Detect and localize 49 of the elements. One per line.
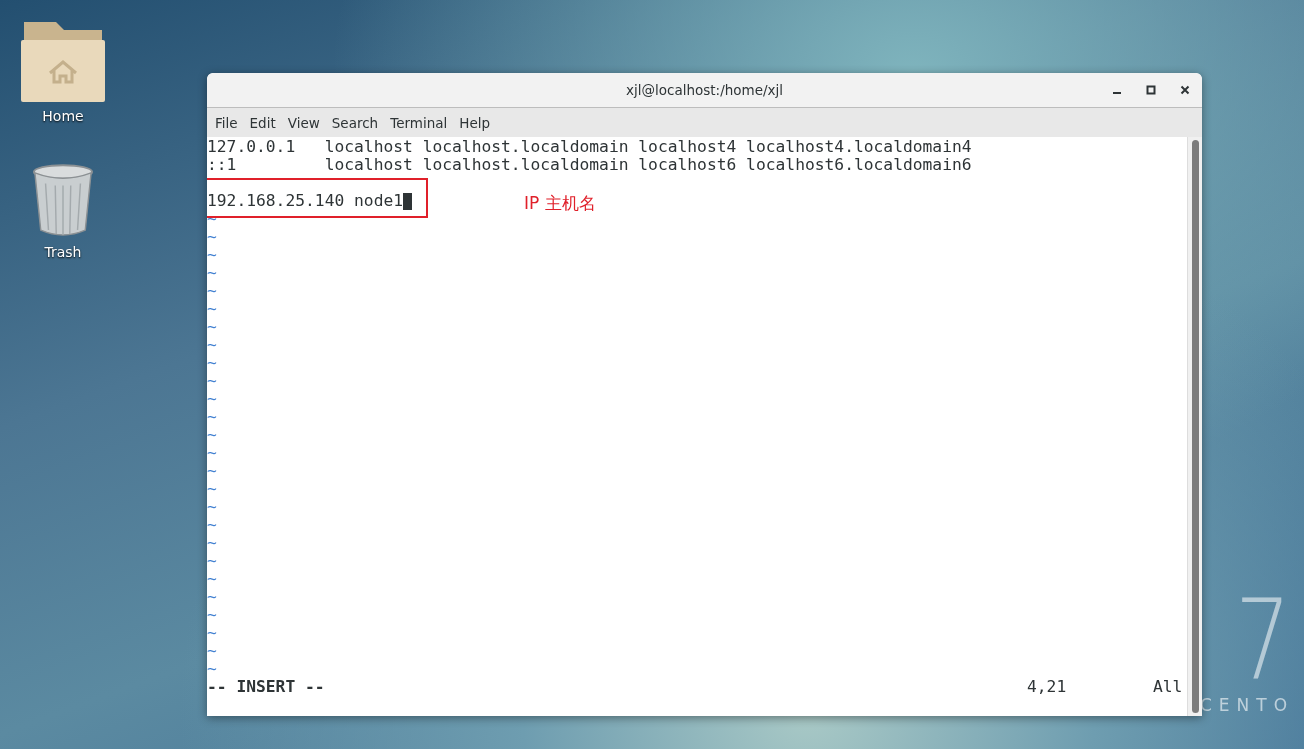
file-line: 192.168.25.140 node1: [207, 192, 404, 210]
empty-line-marker: ~: [207, 462, 217, 480]
scroll-position: All: [1153, 678, 1183, 696]
empty-line-marker: ~: [207, 642, 217, 660]
mode-indicator: -- INSERT --: [207, 678, 325, 696]
empty-line-marker: ~: [207, 210, 217, 228]
empty-line-marker: ~: [207, 264, 217, 282]
empty-line-marker: ~: [207, 390, 217, 408]
empty-line-marker: ~: [207, 534, 217, 552]
wallpaper-text: CENTO: [1200, 695, 1295, 715]
empty-line-marker: ~: [207, 552, 217, 570]
desktop-icon-label[interactable]: Trash: [44, 244, 82, 260]
empty-line-marker: ~: [207, 426, 217, 444]
menu-item[interactable]: Search: [325, 114, 385, 131]
menu-item[interactable]: Edit: [243, 114, 282, 131]
close-icon[interactable]: [1180, 85, 1190, 95]
empty-line-marker: ~: [207, 588, 217, 606]
empty-line-marker: ~: [207, 444, 217, 462]
menu-item[interactable]: File: [209, 114, 244, 131]
empty-line-marker: ~: [207, 408, 217, 426]
empty-line-marker: ~: [207, 246, 217, 264]
empty-line-marker: ~: [207, 606, 217, 624]
menu-item[interactable]: Terminal: [384, 114, 454, 131]
cursor-position: 4,21: [1027, 678, 1067, 696]
empty-line-marker: ~: [207, 336, 217, 354]
file-line: ::1 localhost localhost.localdomain localhost6 localhost6.localdomain6: [207, 156, 972, 174]
empty-line-marker: ~: [207, 660, 217, 678]
desktop-icon-label[interactable]: Home: [42, 108, 84, 124]
wallpaper-number: 7: [1235, 585, 1291, 695]
menu-item[interactable]: Help: [453, 114, 497, 131]
empty-line-marker: ~: [207, 282, 217, 300]
scrollbar[interactable]: [1187, 137, 1202, 716]
trash-can-icon[interactable]: [32, 164, 94, 238]
empty-line-marker: ~: [207, 498, 217, 516]
empty-line-marker: ~: [207, 318, 217, 336]
window-title: xjl@localhost:/home/xjl: [626, 82, 783, 98]
text-cursor: [403, 192, 413, 210]
empty-line-marker: ~: [207, 228, 217, 246]
empty-line-marker: ~: [207, 516, 217, 534]
empty-line-marker: ~: [207, 372, 217, 390]
empty-line-marker: ~: [207, 624, 217, 642]
menu-item[interactable]: View: [281, 114, 326, 131]
file-line: 127.0.0.1 localhost localhost.localdomain localhost4 localhost4.localdomain4: [207, 138, 972, 156]
maximize-icon[interactable]: [1146, 85, 1156, 95]
empty-line-marker: ~: [207, 354, 217, 372]
empty-line-marker: ~: [207, 300, 217, 318]
empty-line-marker: ~: [207, 570, 217, 588]
annotation-label: IP 主机名: [524, 195, 596, 212]
empty-line-marker: ~: [207, 480, 217, 498]
